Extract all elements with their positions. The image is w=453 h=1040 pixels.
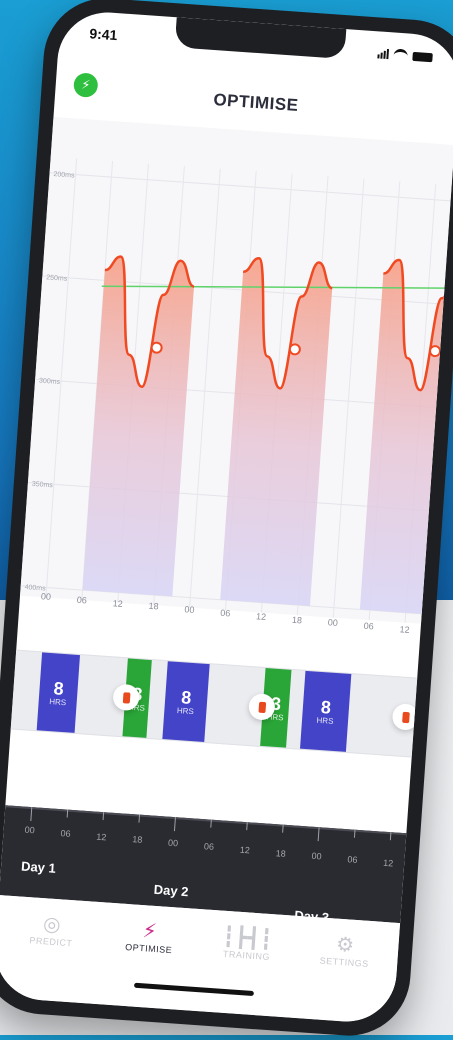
target-icon: ◎: [42, 912, 62, 936]
timeline-label: 06: [347, 854, 358, 866]
tab-settings[interactable]: ⚙ SETTINGS: [299, 928, 391, 970]
timeline-label: 06: [203, 841, 215, 852]
timeline-label: 12: [382, 857, 394, 869]
crossing-marker[interactable]: [288, 343, 301, 356]
sleep-block[interactable]: 8 HRS: [36, 652, 81, 733]
chart-svg: 200ms250ms300ms350ms400ms: [20, 158, 453, 623]
day-label[interactable]: Day 2: [153, 882, 189, 899]
x-tick-label: 18: [148, 601, 159, 612]
wifi-icon: [393, 48, 409, 62]
timeline-tick: [102, 812, 105, 821]
timeline-tick: [282, 824, 284, 833]
tab-predict[interactable]: ◎ PREDICT: [6, 908, 98, 950]
y-tick-label: 300ms: [39, 378, 61, 386]
timeline-tick: [389, 832, 392, 841]
sleep-block[interactable]: 8 HRS: [300, 670, 352, 752]
phone-frame: 9:41 ⚡ OPTIMISE 200ms 250ms 300ms 350ms …: [0, 0, 453, 1040]
y-tick-label: 200ms: [53, 171, 75, 179]
timeline-tick: [138, 814, 141, 823]
x-tick-label: 12: [399, 624, 410, 635]
x-tick-label: 06: [76, 594, 88, 606]
tab-training[interactable]: ┇┣┫┇ TRAINING: [201, 921, 293, 963]
battery-icon: [412, 51, 433, 62]
grid-line-vertical: [189, 168, 221, 608]
grid-line-vertical: [332, 178, 365, 618]
series-area: [220, 258, 333, 607]
x-tick-label: 12: [112, 597, 124, 609]
day-label[interactable]: Day 1: [21, 859, 57, 876]
x-tick-label: 12: [255, 611, 267, 622]
timeline-label: 00: [24, 824, 36, 836]
home-indicator: [133, 982, 254, 997]
dumbbell-icon: ┇┣┫┇: [221, 925, 274, 951]
timeline-label: 00: [311, 851, 322, 862]
timeline-tick: [353, 829, 356, 838]
reaction-chart: 200ms 250ms 300ms 350ms 400ms: [20, 116, 453, 624]
timeline-tick: [173, 817, 176, 832]
timeline-tick: [210, 819, 212, 828]
y-tick-label: 250ms: [46, 274, 68, 282]
x-tick-label: 06: [363, 621, 375, 632]
timeline-label: 18: [275, 847, 287, 859]
crossing-marker[interactable]: [150, 341, 163, 354]
timeline-tick: [66, 809, 69, 818]
y-tick-label: 350ms: [32, 481, 54, 489]
timeline-label: 00: [167, 837, 179, 849]
sleep-schedule: 8 HRS 3 HRS 8 HRS 3 HRS 8 HRS: [10, 649, 420, 758]
x-tick-label: 06: [219, 607, 231, 619]
x-tick-label: 18: [291, 614, 303, 626]
timeline-tick: [30, 807, 33, 822]
timeline-tick: [317, 827, 320, 842]
x-tick-label: 00: [40, 591, 52, 602]
x-tick-label: 00: [327, 617, 339, 629]
signal-icon: [377, 48, 390, 60]
crossing-marker[interactable]: [429, 345, 442, 358]
nap-handle-icon[interactable]: [391, 703, 420, 731]
series-area: [359, 260, 453, 616]
timeline-label: 12: [96, 831, 107, 842]
timeline-tick: [246, 822, 248, 831]
timeline-label: 06: [60, 827, 71, 839]
gear-icon: ⚙: [335, 933, 356, 957]
app-screen: 9:41 ⚡ OPTIMISE 200ms 250ms 300ms 350ms …: [0, 9, 453, 1025]
x-tick-label: 00: [184, 604, 195, 616]
bolt-icon: ⚡: [141, 919, 158, 943]
timeline-label: 18: [131, 834, 143, 846]
series-area: [82, 256, 194, 597]
status-time: 9:41: [88, 25, 118, 44]
timeline-label: 12: [239, 844, 251, 856]
sleep-block[interactable]: 8 HRS: [162, 661, 210, 742]
tab-optimise[interactable]: ⚡ OPTIMISE: [103, 915, 195, 957]
